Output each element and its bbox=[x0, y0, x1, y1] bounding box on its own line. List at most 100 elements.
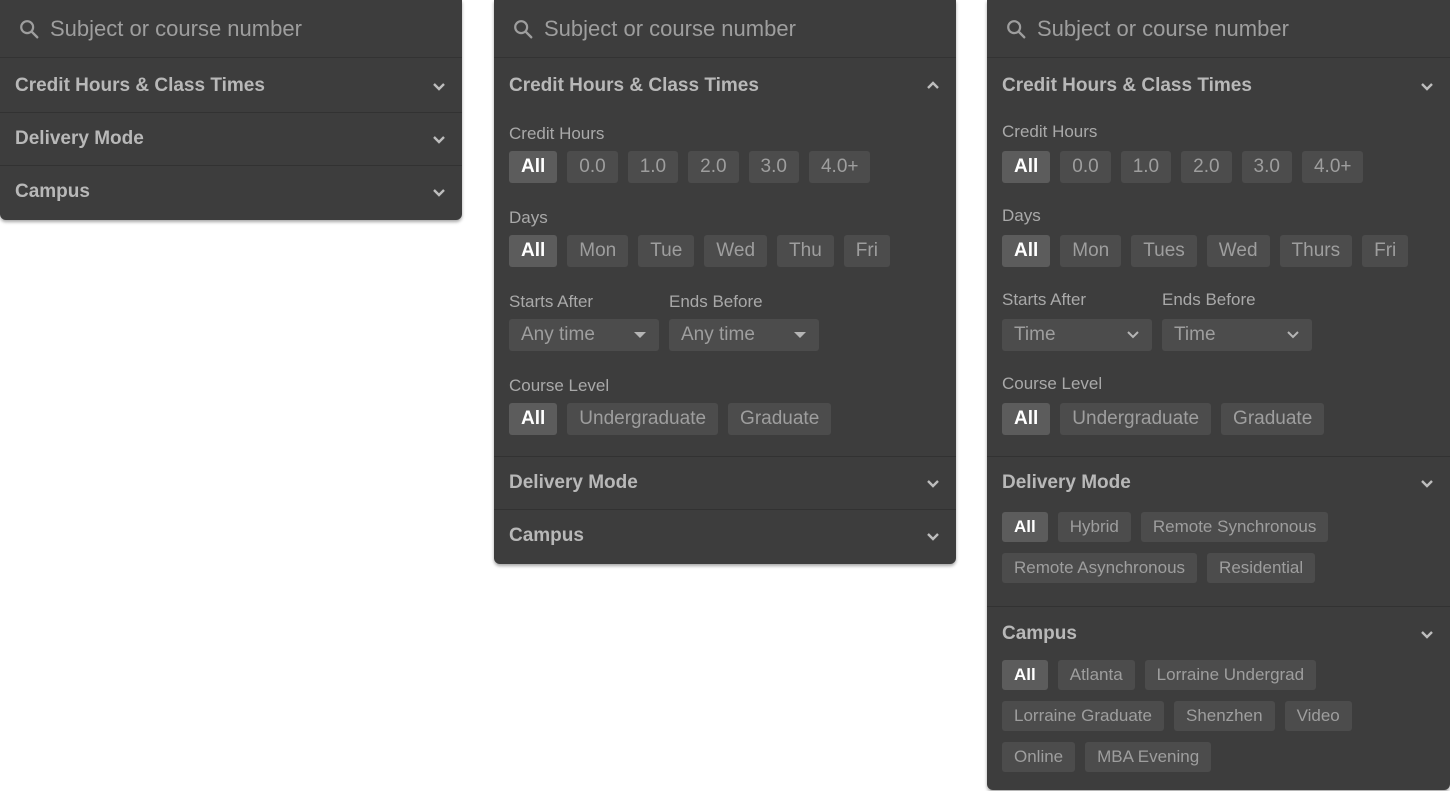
course-level-label: Course Level bbox=[509, 376, 610, 395]
chip-level-graduate[interactable]: Graduate bbox=[728, 403, 832, 435]
delivery-mode-chips: All Hybrid Remote Synchronous Remote Asy… bbox=[1002, 512, 1442, 583]
chip-day-all[interactable]: All bbox=[1002, 235, 1051, 267]
chip-credit-3[interactable]: 3.0 bbox=[1241, 151, 1292, 183]
chip-delivery-residential[interactable]: Residential bbox=[1207, 553, 1316, 583]
search-input[interactable] bbox=[1037, 15, 1417, 42]
chip-day-thu[interactable]: Thu bbox=[777, 235, 834, 267]
starts-after-select[interactable]: Time bbox=[1002, 319, 1152, 351]
filter-panel-all-expanded: Credit Hours & Class Times Credit Hours … bbox=[987, 0, 1450, 790]
chevron-down-icon bbox=[927, 480, 939, 488]
chip-campus-atlanta[interactable]: Atlanta bbox=[1057, 660, 1135, 690]
select-value: Time bbox=[1014, 324, 1056, 345]
chip-credit-1[interactable]: 1.0 bbox=[1120, 151, 1172, 183]
ends-before-label: Ends Before bbox=[1162, 290, 1256, 309]
search-input[interactable] bbox=[50, 15, 430, 42]
days-chips: All Mon Tue Wed Thu Fri bbox=[509, 235, 900, 267]
search-icon bbox=[20, 19, 39, 38]
section-title: Credit Hours & Class Times bbox=[509, 75, 759, 96]
ends-before-select[interactable]: Any time bbox=[669, 319, 819, 351]
section-title: Credit Hours & Class Times bbox=[1002, 75, 1252, 96]
filter-panel-collapsed: Credit Hours & Class Times Delivery Mode… bbox=[0, 0, 462, 220]
chip-credit-0[interactable]: 0.0 bbox=[567, 151, 618, 183]
section-title: Delivery Mode bbox=[15, 128, 144, 149]
chip-campus-lorraine-undergrad[interactable]: Lorraine Undergrad bbox=[1144, 660, 1317, 690]
caret-down-icon bbox=[634, 332, 646, 338]
chevron-down-icon bbox=[1421, 631, 1433, 639]
section-header-delivery-mode[interactable]: Delivery Mode bbox=[0, 113, 462, 165]
chip-level-undergraduate[interactable]: Undergraduate bbox=[567, 403, 719, 435]
chip-day-wed[interactable]: Wed bbox=[1206, 235, 1270, 267]
section-header-delivery-mode[interactable]: Delivery Mode bbox=[987, 457, 1450, 509]
chip-campus-shenzhen[interactable]: Shenzhen bbox=[1173, 701, 1275, 731]
section-header-delivery-mode[interactable]: Delivery Mode bbox=[494, 457, 956, 509]
chip-campus-online[interactable]: Online bbox=[1002, 742, 1076, 772]
chip-credit-1[interactable]: 1.0 bbox=[627, 151, 679, 183]
chip-delivery-remote-sync[interactable]: Remote Synchronous bbox=[1140, 512, 1329, 542]
select-value: Any time bbox=[681, 324, 755, 345]
chevron-up-icon bbox=[927, 81, 939, 89]
chip-level-undergraduate[interactable]: Undergraduate bbox=[1060, 403, 1212, 435]
chip-day-tue[interactable]: Tue bbox=[638, 235, 695, 267]
ends-before-select[interactable]: Time bbox=[1162, 319, 1312, 351]
chip-campus-lorraine-graduate[interactable]: Lorraine Graduate bbox=[1002, 701, 1164, 731]
chip-credit-4plus[interactable]: 4.0+ bbox=[808, 151, 871, 183]
chip-level-graduate[interactable]: Graduate bbox=[1221, 403, 1325, 435]
search-bar bbox=[0, 0, 462, 58]
chip-delivery-hybrid[interactable]: Hybrid bbox=[1057, 512, 1131, 542]
chip-delivery-remote-async[interactable]: Remote Asynchronous bbox=[1002, 553, 1198, 583]
chevron-down-icon bbox=[1421, 83, 1433, 91]
chevron-down-icon bbox=[433, 189, 445, 197]
credit-hours-label: Credit Hours bbox=[1002, 122, 1098, 141]
divider bbox=[987, 606, 1450, 607]
section-title: Campus bbox=[1002, 623, 1077, 644]
chevron-down-icon bbox=[1127, 331, 1139, 339]
chip-day-thurs[interactable]: Thurs bbox=[1279, 235, 1353, 267]
chip-day-mon[interactable]: Mon bbox=[567, 235, 629, 267]
course-level-chips: All Undergraduate Graduate bbox=[1002, 403, 1334, 435]
chip-credit-3[interactable]: 3.0 bbox=[748, 151, 799, 183]
course-level-chips: All Undergraduate Graduate bbox=[509, 403, 841, 435]
chip-campus-video[interactable]: Video bbox=[1284, 701, 1352, 731]
days-chips: All Mon Tues Wed Thurs Fri bbox=[1002, 235, 1418, 267]
chip-day-tues[interactable]: Tues bbox=[1131, 235, 1197, 267]
section-header-credit-hours[interactable]: Credit Hours & Class Times bbox=[987, 60, 1450, 112]
chip-campus-all[interactable]: All bbox=[1002, 660, 1048, 690]
chip-campus-mba-evening[interactable]: MBA Evening bbox=[1085, 742, 1212, 772]
section-header-campus[interactable]: Campus bbox=[0, 166, 462, 218]
section-header-campus[interactable]: Campus bbox=[494, 510, 956, 562]
chip-level-all[interactable]: All bbox=[509, 403, 558, 435]
chip-credit-all[interactable]: All bbox=[1002, 151, 1051, 183]
starts-after-label: Starts After bbox=[1002, 290, 1087, 309]
chip-day-fri[interactable]: Fri bbox=[1362, 235, 1409, 267]
credit-hours-chips: All 0.0 1.0 2.0 3.0 4.0+ bbox=[509, 151, 880, 183]
ends-before-label: Ends Before bbox=[669, 292, 763, 311]
chip-day-wed[interactable]: Wed bbox=[704, 235, 768, 267]
chevron-down-icon bbox=[1287, 331, 1299, 339]
chip-credit-0[interactable]: 0.0 bbox=[1060, 151, 1111, 183]
section-header-credit-hours[interactable]: Credit Hours & Class Times bbox=[0, 60, 462, 112]
section-header-campus[interactable]: Campus bbox=[987, 608, 1450, 660]
chip-level-all[interactable]: All bbox=[1002, 403, 1051, 435]
section-title: Campus bbox=[15, 181, 90, 202]
search-input[interactable] bbox=[544, 15, 924, 42]
chip-day-fri[interactable]: Fri bbox=[843, 235, 890, 267]
days-label: Days bbox=[1002, 206, 1041, 225]
chevron-down-icon bbox=[433, 136, 445, 144]
select-value: Any time bbox=[521, 324, 595, 345]
chip-credit-all[interactable]: All bbox=[509, 151, 558, 183]
chip-delivery-all[interactable]: All bbox=[1002, 512, 1048, 542]
chip-credit-2[interactable]: 2.0 bbox=[688, 151, 739, 183]
section-title: Delivery Mode bbox=[509, 472, 638, 493]
chip-credit-4plus[interactable]: 4.0+ bbox=[1301, 151, 1364, 183]
section-title: Campus bbox=[509, 525, 584, 546]
caret-down-icon bbox=[794, 332, 806, 338]
starts-after-select[interactable]: Any time bbox=[509, 319, 659, 351]
chevron-down-icon bbox=[1421, 480, 1433, 488]
chip-day-all[interactable]: All bbox=[509, 235, 558, 267]
chip-credit-2[interactable]: 2.0 bbox=[1181, 151, 1232, 183]
search-icon bbox=[1007, 19, 1026, 38]
filter-panel-credit-expanded: Credit Hours & Class Times Credit Hours … bbox=[494, 0, 956, 564]
section-header-credit-hours[interactable]: Credit Hours & Class Times bbox=[494, 60, 956, 112]
search-bar bbox=[987, 0, 1450, 58]
chip-day-mon[interactable]: Mon bbox=[1060, 235, 1122, 267]
